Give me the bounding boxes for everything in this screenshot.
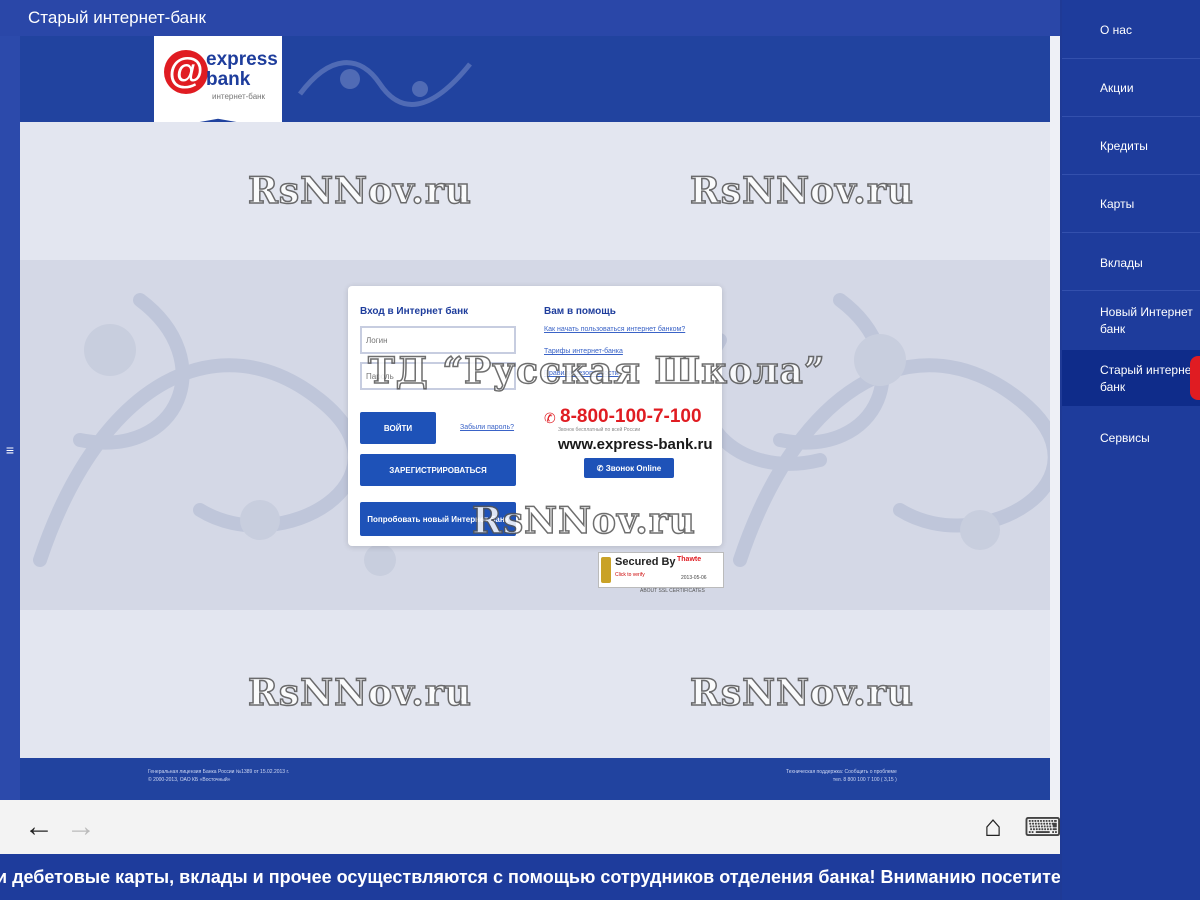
footer-phone: тел. 8 800 100 7 100 ( 3,15 )	[832, 777, 897, 783]
call-online-label: Звонок Online	[605, 463, 662, 473]
phone-icon: ✆	[544, 410, 556, 426]
home-icon[interactable]: ⌂	[984, 800, 1002, 854]
secured-date: 2013-05-06	[681, 575, 707, 581]
nav-divider	[1062, 58, 1200, 59]
logo-word-bank: bank	[206, 69, 251, 90]
window-title: Старый интернет-банк	[0, 0, 1060, 36]
logo-word-express: express	[206, 49, 278, 70]
help-link-start[interactable]: Как начать пользоваться интернет банком?	[544, 326, 685, 333]
register-button[interactable]: ЗАРЕГИСТРИРОВАТЬСЯ	[360, 454, 516, 486]
help-heading: Вам в помощь	[544, 306, 616, 317]
login-button[interactable]: ВОЙТИ	[360, 412, 436, 444]
news-ticker: и дебетовые карты, вклады и прочее осуще…	[0, 854, 1060, 900]
watermark: RsNNov.ru	[689, 671, 914, 715]
keyboard-icon[interactable]: ⌨	[1024, 800, 1062, 854]
forgot-password-link[interactable]: Забыли пароль?	[460, 424, 514, 431]
watermark: RsNNov.ru	[247, 671, 472, 715]
footer-right: Техническая поддержка: Сообщить о пробле…	[786, 768, 897, 784]
call-online-button[interactable]: ✆ Звонок Online	[584, 458, 674, 478]
secured-verify: Click to verify	[615, 572, 645, 578]
ticker-text: и дебетовые карты, вклады и прочее осуще…	[0, 867, 1060, 887]
nav-item-about[interactable]: О нас	[1062, 22, 1200, 39]
secured-brand: Thawte	[677, 556, 702, 563]
left-panel-strip	[0, 36, 20, 800]
nav-item-promotions[interactable]: Акции	[1062, 80, 1200, 97]
nav-item-cards[interactable]: Карты	[1062, 196, 1200, 213]
browser-toolbar: ← → ⌂ ⌨	[0, 800, 1062, 854]
lock-icon	[601, 557, 611, 583]
hotline-note: Звонок бесплатный по всей России	[558, 427, 641, 433]
site-header: @ express bank интернет-банк	[20, 36, 1050, 130]
nav-divider	[1062, 116, 1200, 117]
header-ornament	[298, 60, 472, 107]
menu-handle-icon[interactable]: ≡	[4, 442, 16, 458]
logo-subtitle: интернет-банк	[212, 92, 266, 101]
nav-divider	[1062, 174, 1200, 175]
hotline-phone: 8-800-100-7-100	[560, 406, 702, 427]
nav-item-services[interactable]: Сервисы	[1062, 430, 1200, 447]
watermark: RsNNov.ru	[689, 169, 914, 213]
footer-left: Генеральная лицензия Банка России №1389 …	[148, 768, 289, 784]
forward-arrow-icon[interactable]: →	[66, 800, 96, 854]
watermark: RsNNov.ru	[471, 499, 696, 543]
bank-site-url: www.express-bank.ru	[558, 436, 713, 453]
nav-item-old-bank-label: Старый интернет банк	[1100, 363, 1197, 394]
nav-item-loans[interactable]: Кредиты	[1062, 138, 1200, 155]
ssl-secured-badge[interactable]: Secured By Thawte Click to verify 2013-0…	[598, 552, 724, 588]
nav-item-deposits[interactable]: Вклады	[1062, 255, 1200, 272]
nav-divider	[1062, 290, 1200, 291]
footer-copyright: © 2000-2013, ОАО КБ «Восточный»	[148, 777, 231, 783]
login-heading: Вход в Интернет банк	[360, 306, 469, 317]
logo-at-icon: @	[164, 50, 208, 94]
watermark-school: ТД “Русская Школа”	[367, 349, 826, 393]
phone-handset-icon: ✆	[596, 463, 606, 473]
express-bank-logo[interactable]: @ express bank интернет-банк	[154, 36, 282, 130]
nav-divider	[1062, 232, 1200, 233]
nav-item-old-internet-bank[interactable]: Старый интернет банк	[1062, 350, 1200, 406]
watermark: RsNNov.ru	[247, 169, 472, 213]
ssl-about-link[interactable]: ABOUT SSL CERTIFICATES	[640, 588, 705, 594]
footer-support[interactable]: Техническая поддержка: Сообщить о пробле…	[786, 768, 897, 776]
site-footer: Генеральная лицензия Банка России №1389 …	[20, 758, 1050, 800]
back-arrow-icon[interactable]: ←	[24, 800, 54, 854]
active-indicator	[1190, 356, 1200, 400]
nav-item-new-internet-bank[interactable]: Новый Интернет банк	[1062, 304, 1200, 338]
footer-license: Генеральная лицензия Банка России №1389 …	[148, 769, 290, 775]
vertical-scrollbar[interactable]	[1050, 36, 1060, 800]
secured-by-text: Secured By	[615, 556, 676, 568]
right-navigation: О нас Акции Кредиты Карты Вклады Новый И…	[1062, 0, 1200, 900]
